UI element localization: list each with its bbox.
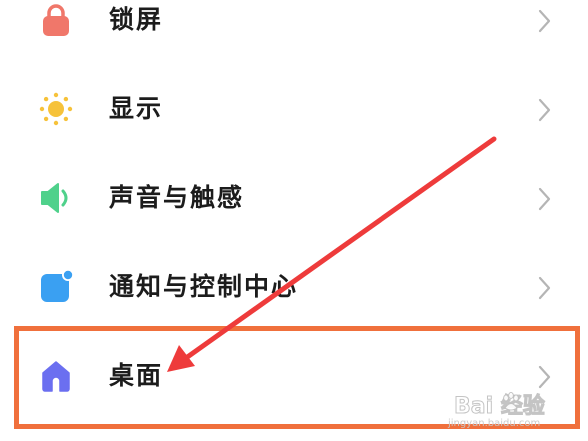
settings-item-display[interactable]: 显示: [0, 64, 588, 154]
lock-icon: [38, 2, 74, 38]
settings-item-label: 声音与触感: [109, 183, 245, 212]
sun-icon: [38, 91, 74, 127]
settings-item-notifications[interactable]: 通知与控制中心: [0, 242, 588, 332]
settings-item-label: 显示: [109, 94, 164, 123]
settings-item-sound[interactable]: 声音与触感: [0, 153, 588, 243]
speaker-icon: [38, 180, 74, 216]
chevron-right-icon: [535, 8, 553, 34]
settings-item-home-screen[interactable]: 桌面: [0, 331, 588, 421]
notification-icon: [38, 269, 74, 305]
chevron-right-icon: [535, 275, 553, 301]
settings-item-label: 通知与控制中心: [109, 272, 299, 301]
settings-item-label: 桌面: [109, 361, 164, 390]
home-icon: [38, 358, 74, 394]
chevron-right-icon: [535, 364, 553, 390]
chevron-right-icon: [535, 97, 553, 123]
settings-list: 锁屏 显示 声音与触感 通知与控制中心 桌面: [0, 0, 588, 441]
settings-item-label: 锁屏: [109, 5, 164, 34]
settings-item-lock-screen[interactable]: 锁屏: [0, 0, 588, 65]
chevron-right-icon: [535, 186, 553, 212]
